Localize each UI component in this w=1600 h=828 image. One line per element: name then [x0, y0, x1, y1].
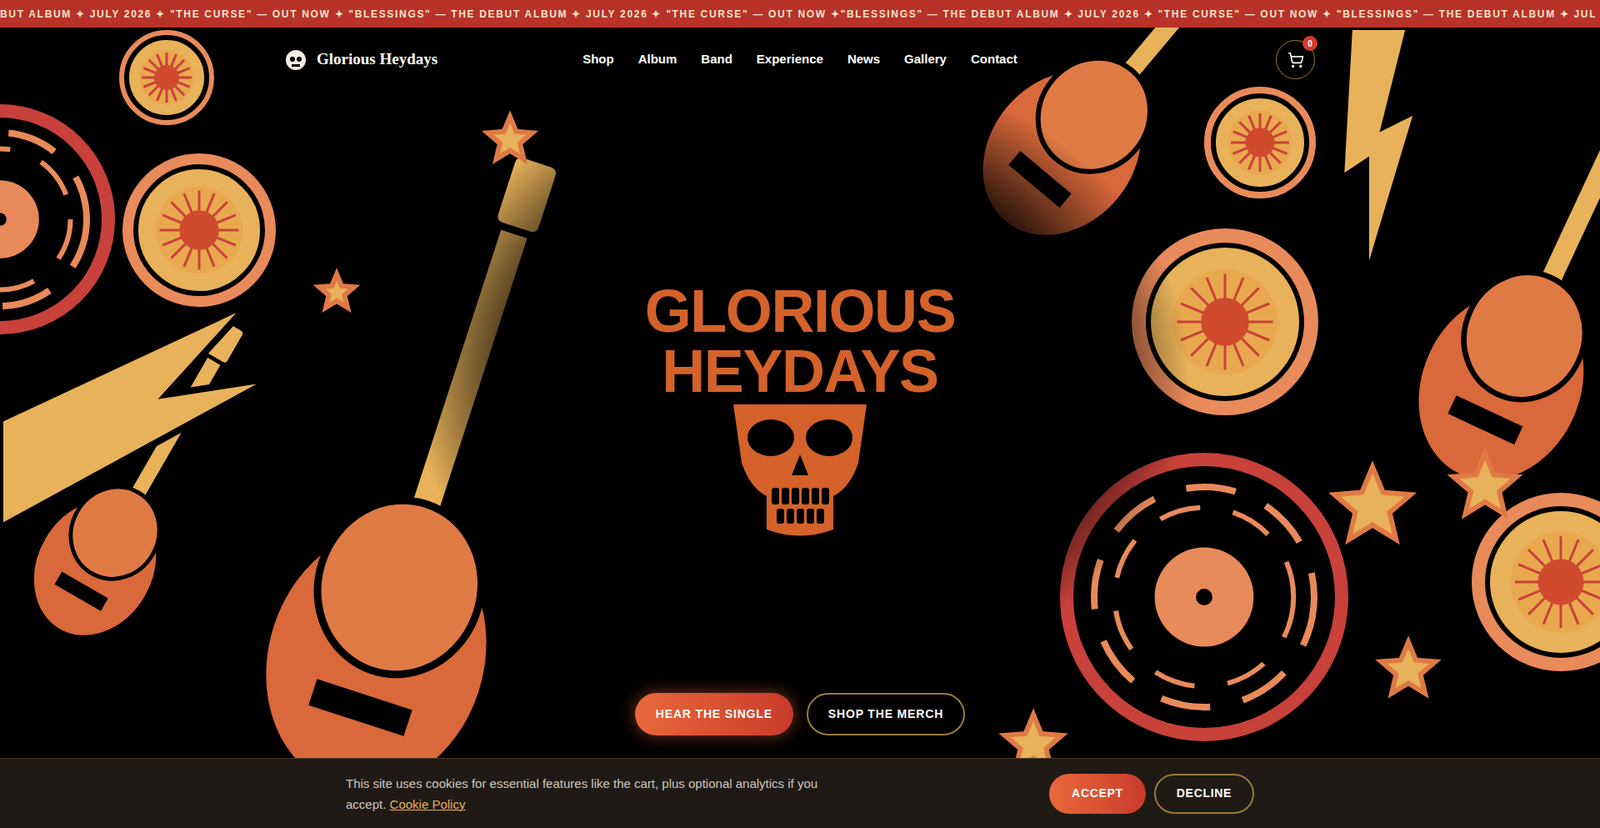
- nav-link[interactable]: News: [847, 50, 880, 70]
- decline-button[interactable]: DECLINE: [1154, 773, 1255, 814]
- hero-logo: GLORIOUSHEYDAYS: [0, 91, 1600, 693]
- guitar-icon: [1384, 27, 1600, 512]
- hero: Glorious Heydays Shop Album Band Experience N…: [0, 27, 1600, 828]
- accept-button[interactable]: ACCEPT: [1049, 773, 1146, 814]
- shop-merch-button[interactable]: SHOP THE MERCH: [806, 692, 965, 735]
- nav-link[interactable]: Album: [638, 50, 678, 70]
- logo-line: HEYDAYS: [661, 340, 938, 401]
- nav-links: Shop Album Band Experience News Gallery Contac…: [582, 50, 1018, 70]
- star-icon: [1453, 453, 1517, 514]
- skull-icon: [716, 404, 884, 538]
- nav-link[interactable]: Experience: [756, 50, 824, 70]
- brand-name: Glorious Heydays: [316, 47, 438, 72]
- cookie-text: This site uses cookies for essential fea…: [345, 772, 830, 815]
- flower-icon: [116, 27, 217, 128]
- announcement-bar: BUT ALBUM ✦ JULY 2026 ✦ "THE CURSE" — OU…: [0, 0, 1600, 28]
- cookie-policy-link[interactable]: Cookie Policy: [390, 796, 466, 811]
- brand[interactable]: Glorious Heydays: [285, 47, 502, 72]
- nav-link[interactable]: Shop: [582, 50, 615, 70]
- cookie-banner: This site uses cookies for essential fea…: [0, 757, 1600, 828]
- flower-icon: [120, 150, 279, 310]
- cart-button[interactable]: 0: [1275, 40, 1315, 80]
- lightning-icon: [0, 302, 275, 528]
- cart-count-badge: 0: [1302, 35, 1318, 51]
- announcement-text: BUT ALBUM ✦ JULY 2026 ✦ "THE CURSE" — OU…: [0, 6, 1597, 22]
- navbar: Glorious Heydays Shop Album Band Experience N…: [285, 27, 1315, 92]
- star-icon: [1381, 641, 1436, 694]
- page: BUT ALBUM ✦ JULY 2026 ✦ "THE CURSE" — OU…: [0, 0, 1600, 828]
- star-icon: [1334, 466, 1410, 540]
- skull-badge-icon: [285, 49, 307, 71]
- hear-single-button[interactable]: HEAR THE SINGLE: [635, 692, 794, 735]
- flower-icon: [1201, 84, 1319, 201]
- nav-link[interactable]: Band: [700, 50, 733, 70]
- lightning-icon: [1341, 27, 1417, 278]
- vinyl-record-icon: [0, 110, 109, 328]
- nav-link[interactable]: Gallery: [904, 50, 947, 70]
- flower-icon: [1469, 490, 1600, 674]
- logo-line: GLORIOUS: [645, 280, 956, 341]
- nav-link[interactable]: Contact: [970, 50, 1018, 70]
- star-icon: [319, 274, 355, 308]
- cart-icon: [1287, 51, 1305, 69]
